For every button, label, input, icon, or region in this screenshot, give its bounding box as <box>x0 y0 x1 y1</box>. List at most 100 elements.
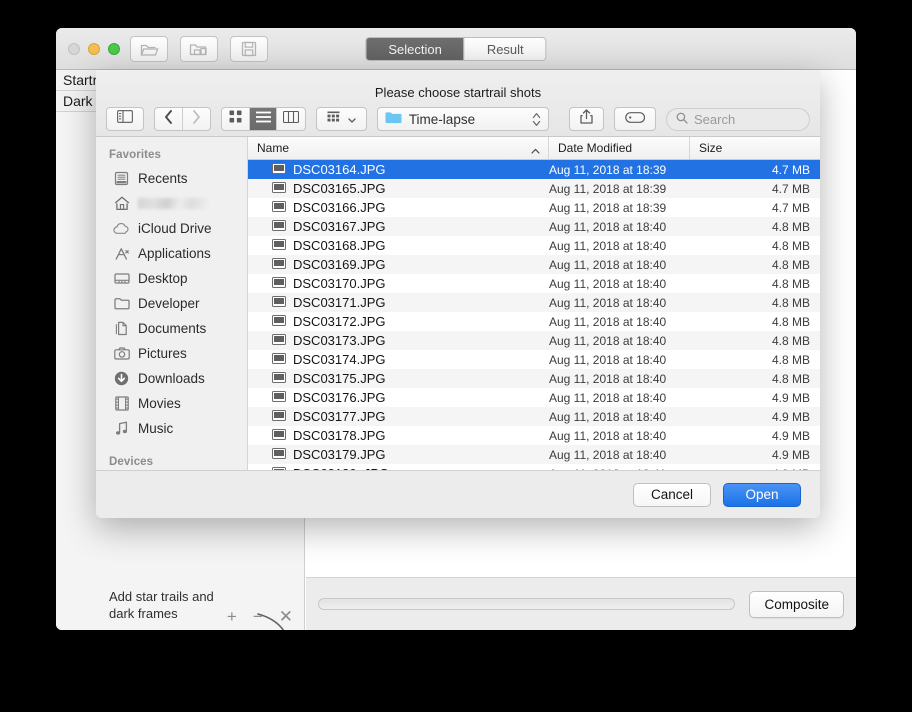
sidebar-item-documents[interactable]: Documents <box>96 316 247 341</box>
image-file-icon <box>272 333 286 348</box>
recents-icon <box>113 170 130 187</box>
file-date-cell: Aug 11, 2018 at 18:40 <box>549 447 667 462</box>
file-name-label: DSC03173.JPG <box>293 333 386 348</box>
column-view-icon <box>283 110 300 128</box>
sidebar-item-music[interactable]: Music <box>96 416 247 441</box>
share-button[interactable] <box>568 107 604 131</box>
sidebar-item-recents[interactable]: Recents <box>96 166 247 191</box>
search-icon <box>676 112 688 127</box>
tag-button[interactable] <box>613 107 656 131</box>
clear-button[interactable]: ✕ <box>279 607 293 627</box>
table-row[interactable]: DSC03172.JPG Aug 11, 2018 at 18:40 4.8 MB <box>248 312 820 331</box>
sidebar-item-movies[interactable]: Movies <box>96 391 247 416</box>
file-size-cell: 4.8 MB <box>771 295 810 310</box>
sidebar-item-label: Pictures <box>138 346 187 361</box>
file-date-cell: Aug 11, 2018 at 18:40 <box>549 295 667 310</box>
file-name-cell: DSC03167.JPG <box>248 219 549 234</box>
stepper-icon <box>532 111 541 131</box>
forward-button[interactable] <box>183 108 211 130</box>
table-row[interactable]: DSC03175.JPG Aug 11, 2018 at 18:40 4.8 MB <box>248 369 820 388</box>
sidebar-item-label: Downloads <box>138 371 205 386</box>
file-name-cell: DSC03175.JPG <box>248 371 549 386</box>
back-button[interactable] <box>155 108 183 130</box>
path-label: Time-lapse <box>408 111 476 127</box>
screen: Selection Result Startrails Dark Frames … <box>0 0 912 712</box>
list-view-icon <box>255 110 271 128</box>
file-list: Name Date Modified Size DSC03164.JPG Aug … <box>248 137 820 470</box>
add-button[interactable]: + <box>227 607 237 627</box>
table-row[interactable]: DSC03171.JPG Aug 11, 2018 at 18:40 4.8 MB <box>248 293 820 312</box>
downloads-icon <box>113 370 130 387</box>
path-popup-button[interactable]: Time-lapse <box>376 107 549 131</box>
sidebar-item-home[interactable] <box>96 191 247 216</box>
table-row[interactable]: DSC03178.JPG Aug 11, 2018 at 18:40 4.9 MB <box>248 426 820 445</box>
sidebar-item-pictures[interactable]: Pictures <box>96 341 247 366</box>
table-row[interactable]: DSC03164.JPG Aug 11, 2018 at 18:39 4.7 MB <box>248 160 820 179</box>
image-file-icon <box>272 162 286 177</box>
column-header-size[interactable]: Size <box>690 137 820 159</box>
table-row[interactable]: DSC03166.JPG Aug 11, 2018 at 18:39 4.7 MB <box>248 198 820 217</box>
sidebar-item-desktop[interactable]: Desktop <box>96 266 247 291</box>
open-folder-button[interactable] <box>130 36 168 62</box>
close-window-button[interactable] <box>68 43 80 55</box>
table-row[interactable]: DSC03173.JPG Aug 11, 2018 at 18:40 4.8 MB <box>248 331 820 350</box>
table-row[interactable]: DSC03177.JPG Aug 11, 2018 at 18:40 4.9 MB <box>248 407 820 426</box>
image-file-icon <box>272 428 286 443</box>
file-size-cell: 4.9 MB <box>771 409 810 424</box>
maximize-window-button[interactable] <box>108 43 120 55</box>
list-view-button[interactable] <box>249 108 278 130</box>
sidebar-item-developer[interactable]: Developer <box>96 291 247 316</box>
share-icon <box>580 109 593 129</box>
table-row[interactable]: DSC03169.JPG Aug 11, 2018 at 18:40 4.8 MB <box>248 255 820 274</box>
sidebar-item-icloud-drive[interactable]: iCloud Drive <box>96 216 247 241</box>
open-button[interactable]: Open <box>723 482 801 507</box>
file-name-label: DSC03168.JPG <box>293 238 386 253</box>
cancel-button[interactable]: Cancel <box>633 482 711 507</box>
table-row[interactable]: DSC03176.JPG Aug 11, 2018 at 18:40 4.9 MB <box>248 388 820 407</box>
icon-view-icon <box>229 110 242 128</box>
file-name-cell: DSC03172.JPG <box>248 314 549 329</box>
arrange-by-button[interactable] <box>315 107 367 131</box>
dialog-toolbar: Time-lapse Search <box>96 104 820 134</box>
table-row[interactable]: DSC03165.JPG Aug 11, 2018 at 18:39 4.7 MB <box>248 179 820 198</box>
image-file-icon <box>272 219 286 234</box>
app-toolbar-buttons <box>130 36 268 62</box>
file-name-cell: DSC03165.JPG <box>248 181 549 196</box>
tab-selection[interactable]: Selection <box>366 38 465 60</box>
file-name-cell: DSC03164.JPG <box>248 162 549 177</box>
table-row[interactable]: DSC03170.JPG Aug 11, 2018 at 18:40 4.8 MB <box>248 274 820 293</box>
remove-button[interactable]: − <box>253 607 263 627</box>
movies-icon <box>113 395 130 412</box>
save-button[interactable] <box>230 36 268 62</box>
tag-icon <box>625 110 646 128</box>
file-date-cell: Aug 11, 2018 at 18:40 <box>549 333 667 348</box>
file-date-cell: Aug 11, 2018 at 18:40 <box>549 276 667 291</box>
file-name-label: DSC03169.JPG <box>293 257 386 272</box>
sidebar-toggle-button[interactable] <box>106 107 144 131</box>
column-view-button[interactable] <box>277 108 305 130</box>
floppy-disk-icon <box>241 41 257 57</box>
cloud-icon <box>113 220 130 237</box>
dialog-header: Please choose startrail shots Time-lapse… <box>96 70 820 136</box>
open-folders-button[interactable] <box>180 36 218 62</box>
table-row[interactable]: DSC03168.JPG Aug 11, 2018 at 18:40 4.8 MB <box>248 236 820 255</box>
table-row[interactable]: DSC03167.JPG Aug 11, 2018 at 18:40 4.8 MB <box>248 217 820 236</box>
sidebar-item-downloads[interactable]: Downloads <box>96 366 247 391</box>
minimize-window-button[interactable] <box>88 43 100 55</box>
image-file-icon <box>272 257 286 272</box>
composite-button[interactable]: Composite <box>749 590 844 618</box>
search-input[interactable]: Search <box>665 107 810 131</box>
table-row[interactable]: DSC03174.JPG Aug 11, 2018 at 18:40 4.8 MB <box>248 350 820 369</box>
home-icon <box>113 195 130 212</box>
table-row[interactable]: DSC03179.JPG Aug 11, 2018 at 18:40 4.9 MB <box>248 445 820 464</box>
sidebar-item-applications[interactable]: Applications <box>96 241 247 266</box>
column-header-date-modified[interactable]: Date Modified <box>549 137 690 159</box>
file-date-cell: Aug 11, 2018 at 18:40 <box>549 257 667 272</box>
file-name-cell: DSC03168.JPG <box>248 238 549 253</box>
sidebar-section-favorites: Favorites <box>109 149 162 161</box>
column-header-size-label: Size <box>699 141 723 155</box>
column-header-name[interactable]: Name <box>248 137 549 159</box>
icon-view-button[interactable] <box>222 108 250 130</box>
file-name-label: DSC03179.JPG <box>293 447 386 462</box>
tab-result[interactable]: Result <box>465 38 546 60</box>
